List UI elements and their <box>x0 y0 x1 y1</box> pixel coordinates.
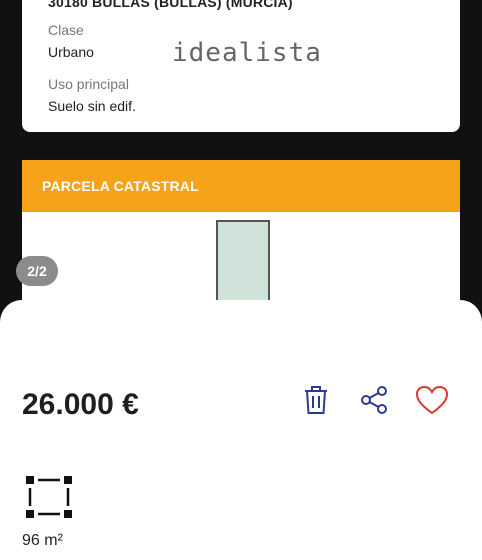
area-icon <box>24 474 74 520</box>
watermark: idealista <box>172 38 322 68</box>
photo-counter: 2/2 <box>16 256 58 286</box>
listing-photo[interactable]: 30180 BULLAS (BULLAS) (MURCIA) Clase Urb… <box>0 0 482 310</box>
uso-value: Suelo sin edif. <box>48 98 136 114</box>
parcel-shape <box>216 220 270 310</box>
parcela-header: PARCELA CATASTRAL <box>22 160 460 212</box>
parcela-title: PARCELA CATASTRAL <box>42 178 199 194</box>
clase-value: Urbano <box>48 44 94 60</box>
listing-bottom-sheet: 26.000 € 96 m² <box>0 300 482 560</box>
trash-icon[interactable] <box>298 382 334 418</box>
uso-label: Uso principal <box>48 76 129 92</box>
heart-icon[interactable] <box>414 382 450 418</box>
area-value: 96 m² <box>22 532 63 549</box>
share-icon[interactable] <box>356 382 392 418</box>
price: 26.000 € <box>22 388 139 421</box>
address-line: 30180 BULLAS (BULLAS) (MURCIA) <box>48 0 293 10</box>
cadastral-info-card: 30180 BULLAS (BULLAS) (MURCIA) Clase Urb… <box>22 0 460 132</box>
parcel-map <box>22 212 460 310</box>
clase-label: Clase <box>48 22 84 38</box>
